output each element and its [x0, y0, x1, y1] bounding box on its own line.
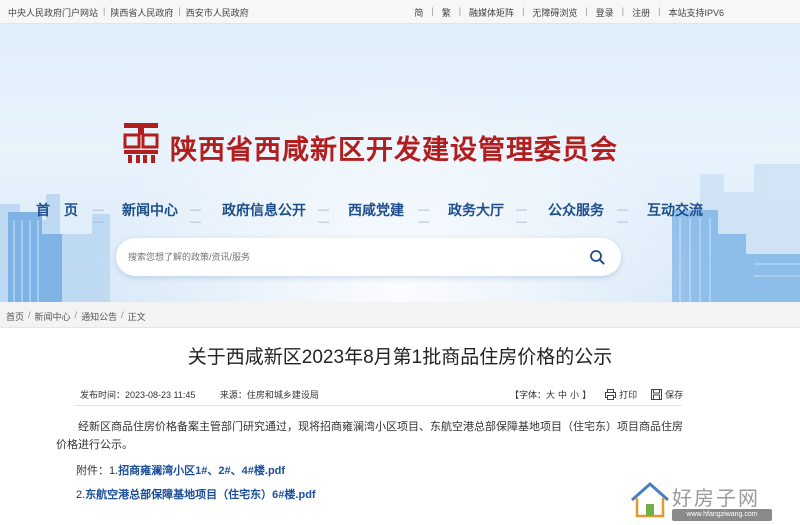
house-logo-icon: [631, 481, 669, 518]
top-utility-links: 简 | 繁 | 融媒体矩阵 | 无障碍浏览 | 登录 | 注册 | 本站支持IP…: [414, 6, 724, 19]
watermark: 好房子网 www.hfangziwang.com: [628, 478, 788, 523]
main-nav: 首 页 — — 新闻中心 — — 政府信息公开 — — 西咸党建 — — 政务大…: [36, 200, 703, 228]
link-shaanxi-gov[interactable]: 陕西省人民政府: [110, 6, 173, 19]
accessibility-link[interactable]: 无障碍浏览: [532, 6, 577, 19]
watermark-url: www.hfangziwang.com: [672, 509, 772, 521]
attachment-link-2[interactable]: 东航空港总部保障基地项目（住宅东）6#楼.pdf: [85, 489, 315, 501]
nav-party[interactable]: 西咸党建: [348, 200, 404, 220]
register-link[interactable]: 注册: [632, 6, 650, 19]
nav-service-hall[interactable]: 政务大厅: [448, 200, 504, 220]
font-size-label: 【字体：: [510, 390, 547, 400]
nav-gov-info[interactable]: 政府信息公开: [222, 200, 306, 220]
site-title: 陕西省西咸新区开发建设管理委员会: [170, 135, 618, 165]
search-box: [116, 238, 621, 276]
lang-traditional-link[interactable]: 繁: [442, 6, 451, 19]
publish-time: 发布时间：2023-08-23 11:45: [80, 390, 196, 400]
attachment-prefix: 附件：: [76, 465, 109, 477]
login-link[interactable]: 登录: [596, 6, 614, 19]
watermark-text: 好房子网: [672, 486, 760, 510]
seal-logo-icon: [123, 123, 159, 163]
nav-public-service[interactable]: 公众服务: [548, 200, 604, 220]
attachment-2: 2.东航空港总部保障基地项目（住宅东）6#楼.pdf: [76, 489, 316, 501]
lang-simplified-link[interactable]: 简: [414, 6, 423, 19]
breadcrumb-notices[interactable]: 通知公告: [81, 310, 117, 323]
article-source: 来源：住房和城乡建设局: [219, 390, 319, 400]
link-central-gov[interactable]: 中央人民政府门户网站: [8, 6, 98, 19]
save-icon: [651, 389, 663, 400]
save-button[interactable]: 保存: [651, 388, 683, 401]
article-tools: 【字体： 大 中 小 】 打印 保存: [510, 388, 684, 401]
breadcrumb-current: 正文: [127, 312, 146, 322]
article-meta: 发布时间：2023-08-23 11:45 来源：住房和城乡建设局: [80, 388, 341, 401]
article-title: 关于西咸新区2023年8月第1批商品住房价格的公示: [187, 347, 613, 368]
article-body: 经新区商品住房价格备案主管部门研究通过，现将招商雍澜湾小区项目、东航空港总部保障…: [56, 421, 683, 451]
breadcrumb: 首页 / 新闻中心 / 通知公告 / 正文: [0, 302, 800, 328]
external-links: 中央人民政府门户网站 | 陕西省人民政府 | 西安市人民政府: [8, 6, 249, 19]
search-input[interactable]: [128, 248, 548, 266]
attachment-1: 附件：1.招商雍澜湾小区1#、2#、4#楼.pdf: [76, 465, 286, 477]
font-small-button[interactable]: 小: [570, 388, 579, 401]
printer-icon: [605, 389, 617, 400]
breadcrumb-home[interactable]: 首页: [6, 310, 24, 323]
link-xian-gov[interactable]: 西安市人民政府: [186, 6, 249, 19]
top-bar: 中央人民政府门户网站 | 陕西省人民政府 | 西安市人民政府 简 | 繁 | 融…: [0, 0, 800, 24]
attachment-link-1[interactable]: 招商雍澜湾小区1#、2#、4#楼.pdf: [118, 465, 285, 477]
font-medium-button[interactable]: 中: [558, 388, 567, 401]
divider: [74, 405, 682, 406]
nav-home[interactable]: 首 页: [36, 200, 78, 220]
nav-news[interactable]: 新闻中心: [122, 200, 178, 220]
print-button[interactable]: 打印: [605, 388, 637, 401]
header-banner: 陕西省西咸新区开发建设管理委员会 首 页 — — 新闻中心 — — 政府信息公开…: [0, 24, 800, 302]
nav-interaction[interactable]: 互动交流: [647, 200, 703, 220]
font-large-button[interactable]: 大: [546, 388, 555, 401]
ipv6-label: 本站支持IPV6: [668, 8, 724, 18]
search-icon[interactable]: [589, 249, 605, 265]
media-matrix-link[interactable]: 融媒体矩阵: [469, 6, 514, 19]
breadcrumb-news[interactable]: 新闻中心: [35, 310, 71, 323]
